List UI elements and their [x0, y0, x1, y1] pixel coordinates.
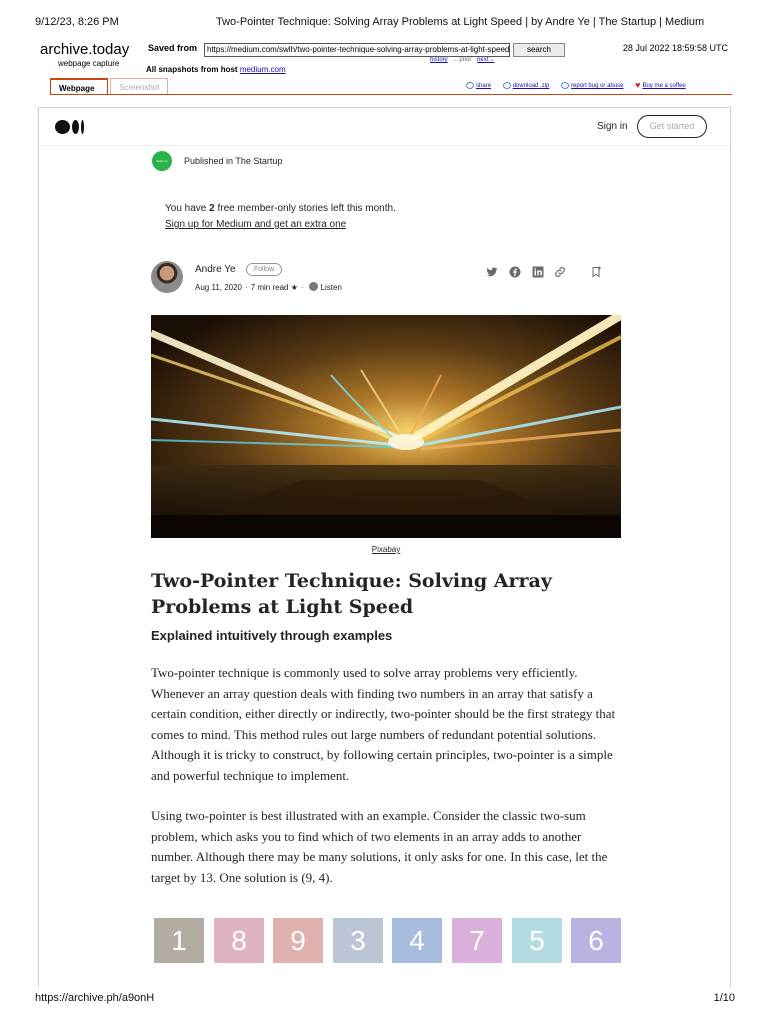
share-label: share	[476, 83, 492, 90]
print-datetime: 9/12/23, 8:26 PM	[35, 16, 119, 28]
report-label: report bug or abuse	[571, 83, 624, 90]
print-footer: https://archive.ph/a9onH 1/10	[35, 992, 735, 1006]
get-started-button[interactable]: Get started	[637, 115, 707, 138]
bookmark-icon[interactable]	[590, 266, 602, 278]
array-cell: 3	[333, 918, 383, 963]
array-cell: 9	[273, 918, 323, 963]
share-icon	[466, 82, 474, 89]
saved-from-label: Saved from	[148, 43, 198, 53]
sign-in-link[interactable]: Sign in	[597, 121, 628, 132]
link-icon[interactable]	[554, 266, 566, 278]
linkedin-icon[interactable]	[532, 266, 544, 278]
article-paragraph: Two-pointer technique is commonly used t…	[151, 665, 616, 783]
from-host-label: from host	[200, 65, 238, 74]
tab-underline	[50, 94, 732, 95]
read-time: 7 min read	[250, 283, 289, 292]
tunnel-light-trails-image	[151, 315, 621, 538]
archive-tools: share download .zip report bug or abuse …	[466, 80, 696, 90]
array-cell: 1	[154, 918, 204, 963]
publish-date: Aug 11, 2020	[195, 283, 243, 292]
hero-image	[151, 315, 621, 538]
history-link[interactable]: history	[430, 57, 448, 63]
play-icon[interactable]	[308, 282, 318, 291]
author-name[interactable]: Andre Ye	[195, 264, 236, 275]
all-snapshots-label: All snapshots	[146, 65, 199, 74]
array-cell: 6	[571, 918, 621, 963]
print-header: 9/12/23, 8:26 PM Two-Pointer Technique: …	[35, 16, 704, 30]
capture-date: 28 Jul 2022 18:59:58 UTC	[622, 43, 728, 53]
member-stories-left: You have 2 free member-only stories left…	[165, 203, 396, 214]
array-cell: 7	[452, 918, 502, 963]
coffee-link[interactable]: ♥ Buy me a coffee	[635, 80, 686, 90]
array-cell: 8	[214, 918, 264, 963]
archive-logo[interactable]: archive.today	[40, 41, 129, 58]
print-page-title: Two-Pointer Technique: Solving Array Pro…	[216, 16, 705, 28]
download-link[interactable]: download .zip	[502, 82, 550, 90]
medium-page: Sign in Get started Start Up Published i…	[38, 107, 731, 987]
heart-icon: ♥	[635, 80, 641, 90]
download-label: download .zip	[512, 83, 550, 90]
array-cell: 5	[512, 918, 562, 963]
saved-url-field[interactable]: https://medium.com/swlh/two-pointer-tech…	[204, 43, 510, 57]
all-snapshots: All snapshots from host medium.com	[146, 65, 286, 74]
author-row: Andre Ye Follow Aug 11, 2020 · 7 min read …	[151, 260, 621, 296]
listen-button[interactable]: Listen	[321, 283, 342, 292]
host-link[interactable]: medium.com	[240, 65, 286, 74]
medium-topbar: Sign in Get started	[39, 108, 730, 146]
publication-logo[interactable]: Start Up	[152, 151, 172, 171]
follow-button[interactable]: Follow	[246, 263, 282, 276]
article-title: Two-Pointer Technique: Solving Array Pro…	[151, 570, 552, 618]
tab-screenshot[interactable]: Screenshot	[110, 78, 168, 95]
share-link[interactable]: share	[466, 82, 491, 89]
published-in[interactable]: Published in The Startup	[184, 156, 282, 166]
member-notice: You have 2 free member-only stories left…	[165, 201, 495, 233]
cloud-download-icon	[502, 82, 511, 89]
article-meta: Aug 11, 2020 · 7 min read ★ · Listen	[195, 282, 342, 292]
archive-toolbar: archive.today webpage capture Saved from…	[36, 38, 732, 96]
snapshot-nav: history ←prior next→	[430, 57, 498, 63]
author-avatar[interactable]	[151, 261, 183, 293]
signup-link[interactable]: Sign up for Medium and get an extra one	[165, 217, 495, 233]
facebook-icon[interactable]	[509, 266, 521, 278]
sun-icon	[561, 82, 570, 89]
coffee-label: Buy me a coffee	[642, 83, 686, 90]
array-cell: 4	[392, 918, 442, 963]
hero-caption[interactable]: Pixabay	[151, 545, 621, 554]
print-url: https://archive.ph/a9onH	[35, 992, 155, 1004]
archive-subtitle: webpage capture	[58, 59, 120, 68]
article-paragraph: Using two-pointer is best illustrated wi…	[151, 808, 608, 885]
prior-link[interactable]: ←prior	[453, 57, 471, 63]
report-link[interactable]: report bug or abuse	[561, 82, 623, 89]
article-subtitle: Explained intuitively through examples	[151, 628, 393, 643]
member-star-icon: ★	[290, 283, 298, 292]
tab-webpage[interactable]: Webpage	[50, 78, 108, 95]
next-link[interactable]: next→	[477, 57, 494, 63]
search-button[interactable]: search	[513, 43, 565, 57]
twitter-icon[interactable]	[486, 266, 498, 278]
print-page-number: 1/10	[713, 992, 735, 1004]
